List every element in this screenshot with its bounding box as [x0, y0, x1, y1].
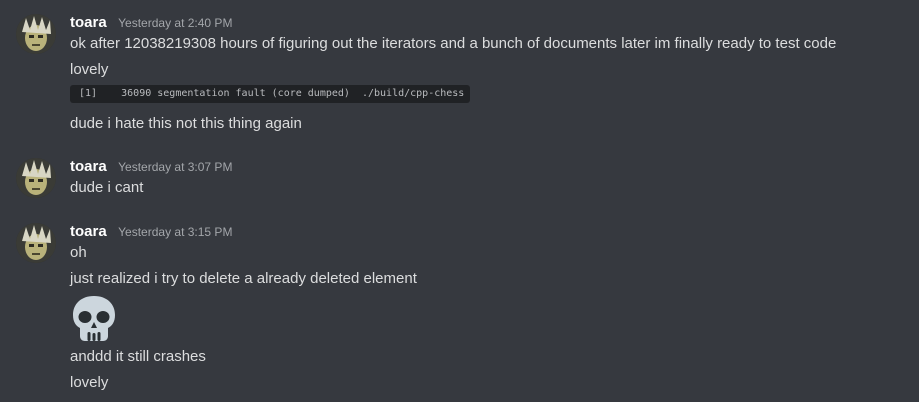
user-avatar[interactable]	[16, 158, 56, 198]
message-text: just realized i try to delete a already …	[70, 270, 417, 287]
message-header: toara Yesterday at 3:15 PM	[70, 223, 232, 241]
timestamp[interactable]: Yesterday at 3:15 PM	[118, 225, 232, 239]
avatar-image-icon	[16, 223, 56, 263]
code-block: [1] 36090 segmentation fault (core dumpe…	[70, 85, 470, 103]
username[interactable]: toara	[70, 14, 107, 31]
timestamp[interactable]: Yesterday at 2:40 PM	[118, 16, 232, 30]
message-text: oh	[70, 244, 87, 261]
skull-emoji-icon[interactable]	[70, 294, 118, 342]
message-text: anddd it still crashes	[70, 348, 206, 365]
message-text: dude i hate this not this thing again	[70, 115, 302, 132]
username[interactable]: toara	[70, 223, 107, 240]
message-header: toara Yesterday at 3:07 PM	[70, 158, 232, 176]
timestamp[interactable]: Yesterday at 3:07 PM	[118, 160, 232, 174]
message-text: lovely	[70, 374, 109, 391]
avatar-image-icon	[16, 158, 56, 198]
user-avatar[interactable]	[16, 14, 56, 54]
username[interactable]: toara	[70, 158, 107, 175]
message-header: toara Yesterday at 2:40 PM	[70, 14, 232, 32]
message-text: dude i cant	[70, 179, 144, 196]
user-avatar[interactable]	[16, 223, 56, 263]
avatar-image-icon	[16, 14, 56, 54]
message-text: ok after 12038219308 hours of figuring o…	[70, 35, 837, 52]
message-text: lovely	[70, 61, 109, 78]
